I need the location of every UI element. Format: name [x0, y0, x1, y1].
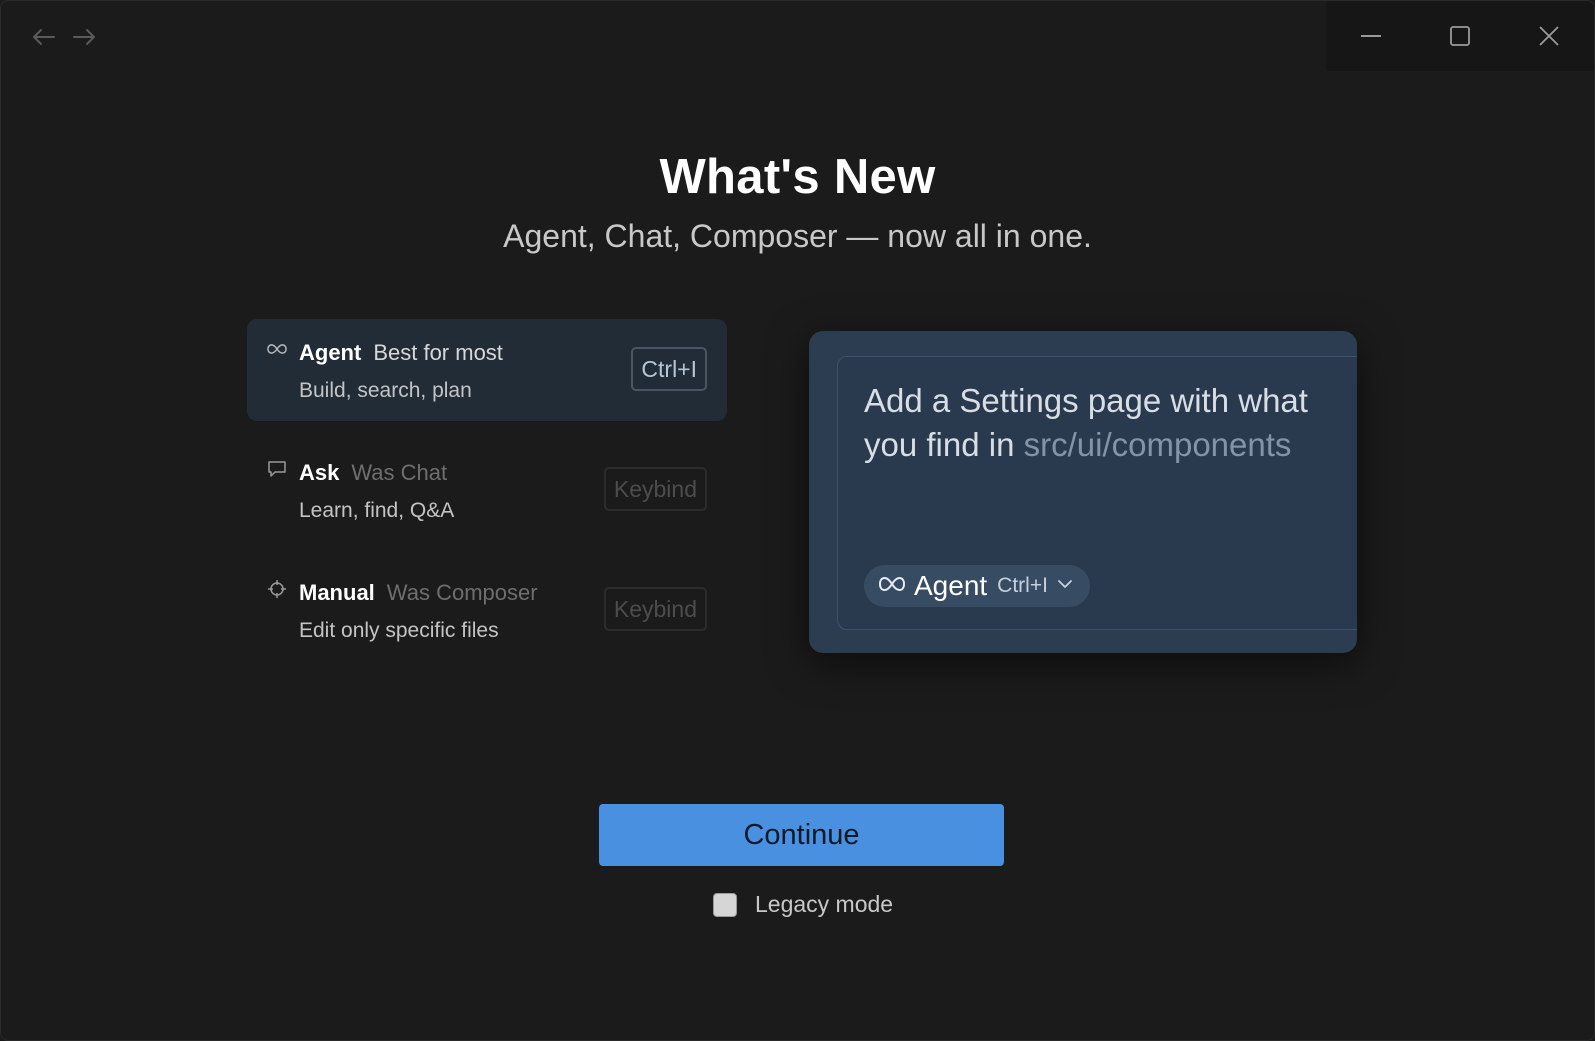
back-arrow-icon[interactable]: [29, 23, 57, 51]
pill-label: Agent: [914, 570, 988, 601]
infinity-icon: [878, 576, 906, 597]
forward-arrow-icon[interactable]: [71, 23, 99, 51]
window-controls: [1326, 1, 1594, 71]
prompt-box: Add a Settings page with what you find i…: [837, 356, 1357, 630]
keybind-badge[interactable]: Keybind: [603, 587, 707, 631]
mode-name: Ask: [299, 460, 340, 485]
maximize-button[interactable]: [1415, 1, 1504, 71]
continue-button[interactable]: Continue: [599, 804, 1004, 866]
page-title: What's New: [659, 150, 936, 204]
prompt-path: src/ui/components: [1023, 426, 1292, 463]
mode-description: Learn, find, Q&A: [299, 499, 455, 522]
mode-description: Edit only specific files: [299, 619, 499, 642]
mode-tag: Was Composer: [386, 580, 538, 605]
close-button[interactable]: [1505, 1, 1594, 71]
minimize-button[interactable]: [1326, 1, 1415, 71]
mode-list: Agent Best for most Build, search, plan C…: [247, 319, 727, 679]
chat-bubble-icon: [267, 459, 287, 479]
chevron-down-icon: [1056, 577, 1074, 595]
mode-item-manual[interactable]: Manual Was Composer Edit only specific fi…: [247, 559, 727, 661]
mode-name: Agent: [299, 340, 362, 365]
minimize-icon: [1360, 35, 1381, 37]
mode-title: Ask Was Chat: [299, 460, 447, 486]
close-icon: [1539, 26, 1559, 46]
mode-tag: Was Chat: [351, 460, 448, 485]
infinity-icon: [267, 339, 287, 359]
nav-arrows: [29, 23, 99, 51]
mode-title: Agent Best for most: [299, 340, 503, 366]
mode-tag: Best for most: [373, 340, 503, 365]
keybind-badge[interactable]: Keybind: [603, 467, 707, 511]
mode-item-agent[interactable]: Agent Best for most Build, search, plan C…: [247, 319, 727, 421]
agent-preview-card: Add a Settings page with what you find i…: [809, 331, 1357, 653]
mode-description: Build, search, plan: [299, 379, 472, 402]
mode-name: Manual: [299, 580, 375, 605]
legacy-mode-checkbox[interactable]: [713, 892, 737, 917]
mode-title: Manual Was Composer: [299, 580, 538, 606]
prompt-text: Add a Settings page with what you find i…: [864, 379, 1348, 467]
keybind-badge[interactable]: Ctrl+I: [631, 347, 707, 391]
crosshair-icon: [267, 579, 287, 599]
mode-item-ask[interactable]: Ask Was Chat Learn, find, Q&A Keybind: [247, 439, 727, 541]
maximize-icon: [1450, 26, 1470, 46]
page-subtitle: Agent, Chat, Composer — now all in one.: [503, 218, 1092, 254]
legacy-mode-label: Legacy mode: [755, 891, 894, 917]
legacy-mode-toggle[interactable]: Legacy mode: [713, 891, 893, 918]
agent-mode-selector[interactable]: Agent Ctrl+I: [864, 565, 1090, 607]
pill-shortcut: Ctrl+I: [997, 574, 1048, 597]
whats-new-window: What's New Agent, Chat, Composer — now a…: [0, 0, 1595, 1041]
